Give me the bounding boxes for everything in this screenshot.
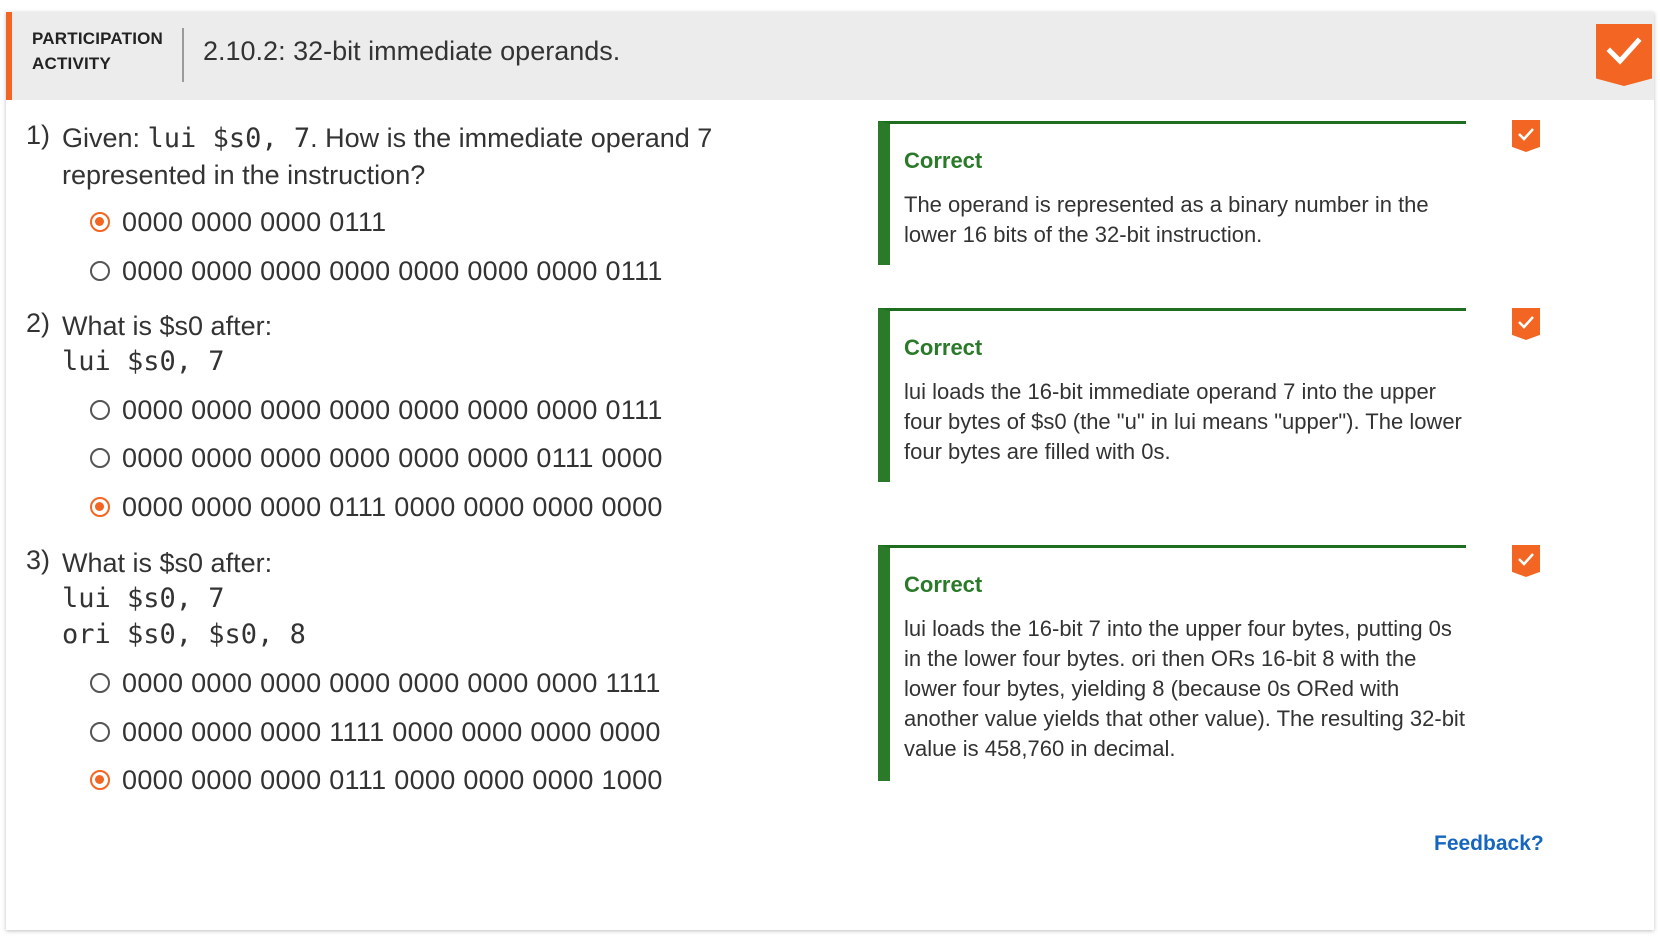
checkmark-icon (1518, 316, 1534, 329)
answer-option[interactable]: 0000 0000 0000 1111 0000 0000 0000 0000 (90, 714, 661, 750)
radio-icon[interactable] (90, 448, 110, 468)
radio-selected-icon[interactable] (90, 212, 110, 232)
answer-option[interactable]: 0000 0000 0000 0111 0000 0000 0000 1000 (90, 762, 663, 798)
answer-option[interactable]: 0000 0000 0000 0000 0000 0000 0000 1111 (90, 665, 661, 701)
feedback-text: The operand is represented as a binary n… (904, 192, 1429, 247)
answer-option[interactable]: 0000 0000 0000 0111 0000 0000 0000 0000 (90, 489, 663, 525)
feedback-title: Correct (904, 335, 983, 360)
option-label: 0000 0000 0000 0111 0000 0000 0000 1000 (122, 764, 663, 795)
question-text-prefix: Given: (62, 123, 148, 153)
option-label: 0000 0000 0000 0000 0000 0000 0000 1111 (122, 667, 661, 698)
question-text: What is $s0 after: (62, 311, 273, 341)
checkmark-icon (1518, 128, 1534, 141)
badge-line-2: ACTIVITY (32, 54, 112, 73)
question-2-complete-check (1512, 308, 1540, 340)
code-line: ori $s0, $s0, 8 (62, 619, 306, 650)
participation-activity-card: PARTICIPATION ACTIVITY 2.10.2: 32-bit im… (6, 12, 1654, 930)
activity-type-badge: PARTICIPATION ACTIVITY (32, 26, 172, 76)
radio-icon[interactable] (90, 261, 110, 281)
option-label: 0000 0000 0000 0000 0000 0000 0111 0000 (122, 442, 663, 473)
question-text: Given: lui $s0, 7. How is the immediate … (62, 120, 852, 193)
feedback-link[interactable]: Feedback? (1434, 832, 1544, 856)
question-text: What is $s0 after: (62, 548, 273, 578)
code-block: lui $s0, 7 (62, 344, 225, 380)
feedback-panel-3: Correct lui loads the 16-bit 7 into the … (878, 545, 1466, 781)
code-line: lui $s0, 7 (62, 346, 225, 377)
answer-option[interactable]: 0000 0000 0000 0000 0000 0000 0000 0111 (90, 253, 663, 289)
checkmark-icon (1606, 37, 1642, 65)
feedback-title: Correct (904, 148, 983, 173)
option-label: 0000 0000 0000 0111 (122, 206, 387, 237)
radio-icon[interactable] (90, 722, 110, 742)
radio-selected-icon[interactable] (90, 770, 110, 790)
question-3-complete-check (1512, 545, 1540, 577)
option-label: 0000 0000 0000 0000 0000 0000 0000 0111 (122, 394, 663, 425)
activity-complete-flag (1596, 24, 1652, 86)
answer-option[interactable]: 0000 0000 0000 0111 (90, 204, 386, 240)
feedback-text: lui loads the 16-bit immediate operand 7… (904, 379, 1462, 464)
option-label: 0000 0000 0000 0000 0000 0000 0000 0111 (122, 255, 663, 286)
feedback-panel-2: Correct lui loads the 16-bit immediate o… (878, 308, 1466, 482)
radio-icon[interactable] (90, 400, 110, 420)
radio-selected-icon[interactable] (90, 497, 110, 517)
activity-title: 2.10.2: 32-bit immediate operands. (203, 36, 621, 66)
option-label: 0000 0000 0000 0111 0000 0000 0000 0000 (122, 491, 663, 522)
code-line: lui $s0, 7 (62, 583, 225, 614)
option-label: 0000 0000 0000 1111 0000 0000 0000 0000 (122, 716, 661, 747)
question-number: 1) (26, 120, 51, 150)
answer-option[interactable]: 0000 0000 0000 0000 0000 0000 0000 0111 (90, 392, 663, 428)
feedback-panel-1: Correct The operand is represented as a … (878, 121, 1466, 265)
badge-line-1: PARTICIPATION (32, 29, 164, 48)
checkmark-icon (1518, 553, 1534, 566)
inline-code: lui $s0, 7 (147, 123, 311, 154)
feedback-text: lui loads the 16-bit 7 into the upper fo… (904, 616, 1465, 761)
question-number: 2) (26, 308, 51, 338)
feedback-title: Correct (904, 572, 983, 597)
header-divider (182, 28, 184, 82)
code-block: lui $s0, 7 ori $s0, $s0, 8 (62, 581, 306, 653)
radio-icon[interactable] (90, 673, 110, 693)
question-1-complete-check (1512, 120, 1540, 152)
answer-option[interactable]: 0000 0000 0000 0000 0000 0000 0111 0000 (90, 440, 663, 476)
activity-header: PARTICIPATION ACTIVITY 2.10.2: 32-bit im… (6, 12, 1654, 100)
question-number: 3) (26, 545, 51, 575)
